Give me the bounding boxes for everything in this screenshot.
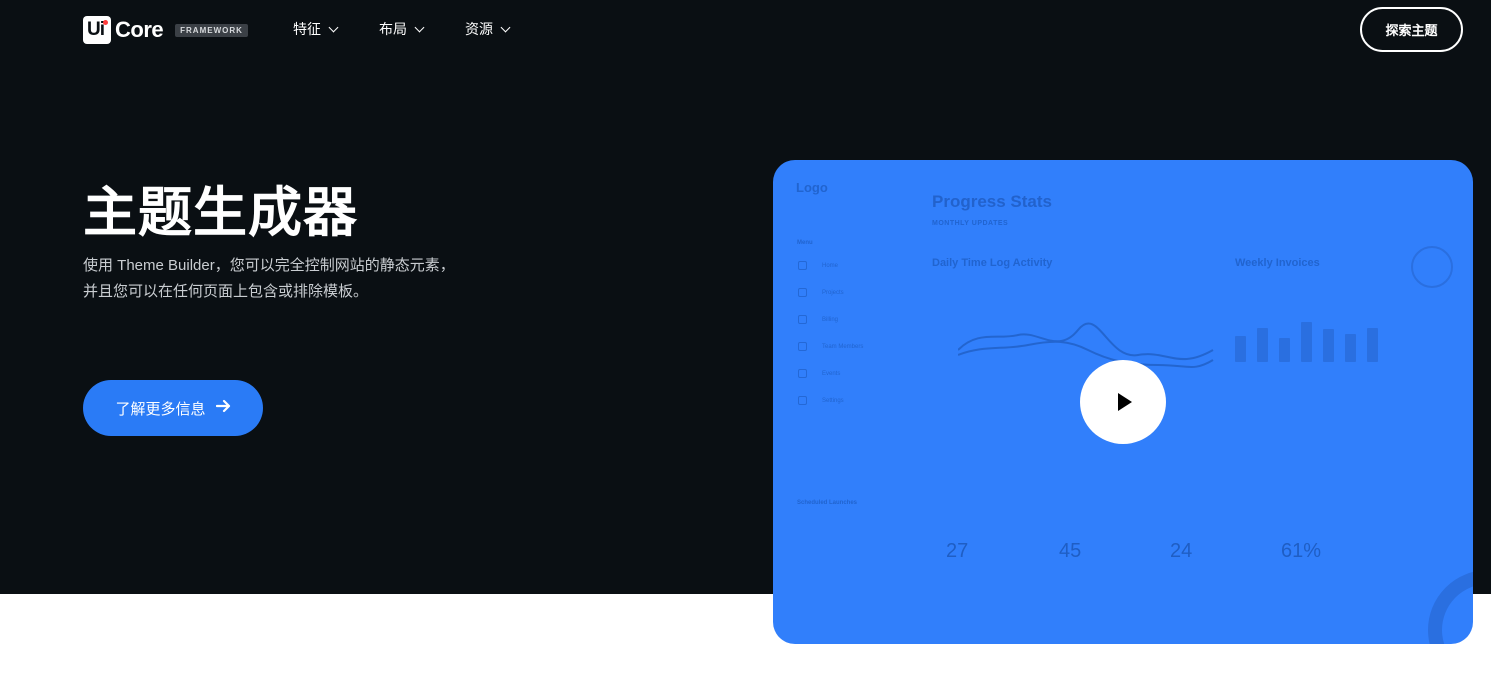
preview-stat: 27 bbox=[946, 540, 969, 562]
page-title: 主题生成器 bbox=[83, 183, 358, 243]
preview-avatar bbox=[1411, 246, 1453, 288]
preview-side-item: Settings bbox=[798, 396, 844, 405]
chevron-down-icon bbox=[414, 22, 425, 32]
preview-side-item: Home bbox=[798, 261, 838, 270]
logo-dot bbox=[103, 20, 108, 25]
learn-more-label: 了解更多信息 bbox=[115, 400, 206, 418]
logo-mark: Ui bbox=[83, 16, 111, 44]
menu-item-layouts[interactable]: 布局 bbox=[379, 19, 425, 39]
hero-subtitle: 使用 Theme Builder，您可以完全控制网站的静态元素， 并且您可以在任… bbox=[83, 253, 503, 305]
preview-side-item: Team Members bbox=[798, 342, 863, 351]
preview-stat: 24 bbox=[1170, 540, 1193, 562]
logo-text: Core bbox=[115, 17, 164, 42]
preview-subtitle: MONTHLY UPDATES bbox=[932, 220, 1009, 227]
preview-logo: Logo bbox=[796, 180, 828, 195]
top-nav: Ui Core FRAMEWORK 特征 布局 资源 探索主题 bbox=[0, 0, 1491, 60]
learn-more-button[interactable]: 了解更多信息 bbox=[83, 380, 263, 436]
menu-item-label: 资源 bbox=[465, 21, 493, 37]
menu-item-label: 布局 bbox=[379, 21, 407, 37]
menu-item-features[interactable]: 特征 bbox=[293, 19, 339, 39]
preview-stat: 61% bbox=[1281, 540, 1322, 562]
preview-stat: 45 bbox=[1059, 540, 1082, 562]
main-menu: 特征 布局 资源 bbox=[293, 19, 551, 39]
preview-line-chart bbox=[958, 322, 1214, 368]
site-logo[interactable]: Ui Core FRAMEWORK bbox=[83, 16, 248, 44]
play-icon bbox=[1118, 393, 1132, 411]
chevron-down-icon bbox=[328, 22, 339, 32]
explore-themes-button[interactable]: 探索主题 bbox=[1360, 7, 1463, 52]
preview-launches-heading: Scheduled Launches bbox=[797, 500, 858, 506]
preview-side-item: Projects bbox=[798, 288, 844, 297]
preview-activity-heading: Daily Time Log Activity bbox=[932, 257, 1053, 269]
preview-title: Progress Stats bbox=[932, 192, 1052, 211]
preview-invoices-heading: Weekly Invoices bbox=[1235, 257, 1320, 269]
preview-progress-ring bbox=[1428, 570, 1473, 644]
menu-item-label: 特征 bbox=[293, 21, 321, 37]
chevron-down-icon bbox=[500, 22, 511, 32]
video-preview[interactable]: Logo Progress Stats MONTHLY UPDATES Menu… bbox=[773, 160, 1473, 644]
arrow-right-icon bbox=[215, 398, 231, 418]
hero-subtitle-line-1: 使用 Theme Builder，您可以完全控制网站的静态元素， bbox=[83, 257, 455, 274]
hero-subtitle-line-2: 并且您可以在任何页面上包含或排除模板。 bbox=[83, 283, 369, 300]
logo-badge: FRAMEWORK bbox=[175, 23, 248, 37]
preview-side-item: Events bbox=[798, 369, 840, 378]
preview-bar-chart bbox=[1235, 320, 1389, 362]
logo-mark-text: Ui bbox=[87, 19, 105, 40]
preview-menu-heading: Menu bbox=[797, 240, 813, 246]
preview-side-item: Billing bbox=[798, 315, 838, 324]
menu-item-resources[interactable]: 资源 bbox=[465, 19, 511, 39]
play-button[interactable] bbox=[1080, 360, 1166, 444]
